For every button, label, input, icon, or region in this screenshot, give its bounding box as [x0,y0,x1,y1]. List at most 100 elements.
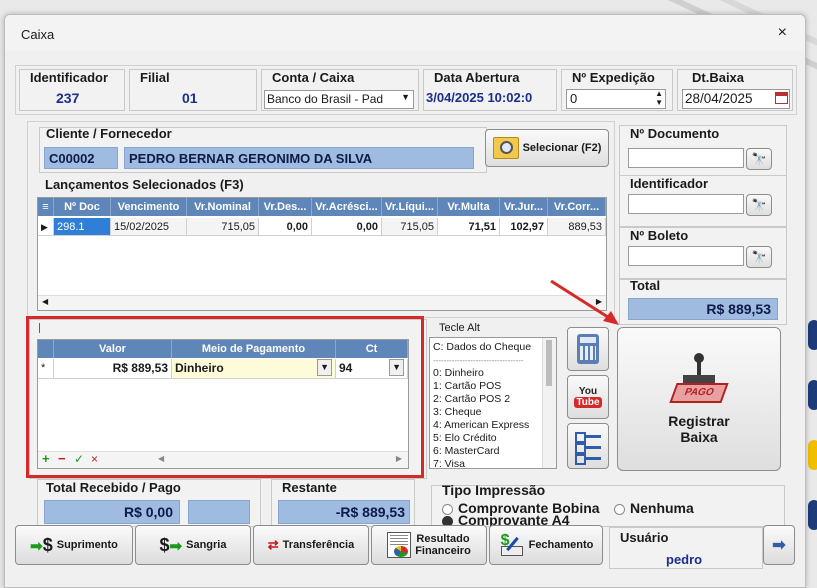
table-cell[interactable]: 71,51 [438,218,500,236]
table-cell[interactable]: 0,00 [259,218,312,236]
red-arrow-annotation [550,279,619,325]
suprimento-label: Suprimento [56,539,118,551]
row-marker: ▶ [38,218,54,236]
list-item[interactable]: 2: Cartão POS 2 [430,393,556,406]
identificador-search-label: Identificador [630,176,709,191]
title-bar: Caixa × [5,15,805,51]
identificador-value: 237 [56,90,80,106]
highlight-box [26,316,424,478]
calculator-icon [577,334,599,364]
sangria-button[interactable]: $➡ Sangria [135,525,251,565]
registrar-baixa-button[interactable]: PAGO Registrar Baixa [617,327,781,471]
money-out-icon: $➡ [159,534,183,555]
restante-group: Restante -R$ 889,53 [271,479,415,527]
cliente-code: C00002 [49,151,95,166]
horizontal-scrollbar[interactable]: ◀ ▶ [38,295,606,310]
suprimento-button[interactable]: ➡$ Suprimento [15,525,133,565]
list-item[interactable]: 6: MasterCard [430,445,556,458]
grid-selector-header: ≡ [38,198,54,216]
restante-value: -R$ 889,53 [335,504,405,520]
col-header[interactable]: Vr.Acrésci... [312,198,382,216]
baixa-label: Baixa [680,429,718,445]
col-header[interactable]: Vr.Líqui... [382,198,438,216]
usuario-value: pedro [666,552,703,567]
identificador-input[interactable] [628,194,744,214]
cliente-label: Cliente / Fornecedor [46,126,172,141]
caixa-window: Caixa × Identificador 237 Filial 01 Cont… [4,14,806,588]
checklist-icon [575,430,601,465]
binoculars-icon[interactable]: 🔭 [746,246,772,268]
table-cell[interactable]: 102,97 [500,218,548,236]
list-item[interactable]: 0: Dinheiro [430,367,556,380]
col-header[interactable]: Vr.Des... [259,198,312,216]
close-icon[interactable]: × [778,24,787,42]
expedicao-spinner[interactable]: 0 ▲ ▼ [566,89,666,109]
table-cell[interactable]: 715,05 [187,218,259,236]
col-header[interactable]: Vr.Nominal [187,198,259,216]
scroll-left-icon[interactable]: ◀ [42,297,48,306]
selecionar-button[interactable]: Selecionar (F2) [485,129,609,167]
chevron-down-icon: ▼ [401,92,410,102]
table-cell[interactable]: 715,05 [382,218,438,236]
usuario-group: Usuário pedro [609,527,763,569]
calculator-button[interactable] [567,327,609,371]
col-header[interactable]: Vencimento [111,198,187,216]
boleto-input[interactable] [628,246,744,266]
youtube-button[interactable]: You Tube [567,375,609,419]
lancamentos-grid[interactable]: ≡ Nº Doc Vencimento Vr.Nominal Vr.Des...… [37,197,607,311]
list-item[interactable]: 4: American Express [430,419,556,432]
conta-caixa-label: Conta / Caixa [272,70,355,85]
data-abertura-value: 3/04/2025 10:02:0 [426,90,533,105]
restante-field: -R$ 889,53 [278,500,410,524]
list-item[interactable]: 5: Elo Crédito [430,432,556,445]
radio-nenhuma[interactable] [614,504,625,515]
dt-baixa-date-field[interactable]: 28/04/2025 [682,89,790,109]
table-cell[interactable]: 15/02/2025 [111,218,187,236]
dt-baixa-box: Dt.Baixa 28/04/2025 [677,69,793,111]
table-cell[interactable]: 298.1 [54,218,111,236]
table-cell[interactable]: 0,00 [312,218,382,236]
table-cell[interactable]: 889,53 [548,218,606,236]
report-chart-icon [387,532,412,558]
total-group: Total R$ 889,53 [619,278,787,325]
cliente-name-field[interactable]: PEDRO BERNAR GERONIMO DA SILVA [124,147,474,169]
money-in-icon: ➡$ [30,534,53,555]
next-button[interactable]: ➡ [763,525,795,565]
transfer-icon: ⇄ [267,537,279,552]
boleto-label: Nº Boleto [630,228,689,243]
list-item[interactable]: C: Dados do Cheque [430,341,556,354]
restante-label: Restante [282,480,337,495]
fechamento-button[interactable]: $ Fechamento [489,525,603,565]
list-item[interactable]: 7: Visa [430,458,556,468]
expedicao-box: Nº Expedição 0 ▲ ▼ [561,69,673,111]
col-header[interactable]: Vr.Multa [438,198,500,216]
radio-comprovante-bobina[interactable] [442,504,453,515]
resultado-financeiro-label: Resultado Financeiro [415,533,471,557]
vertical-scrollbar[interactable] [542,338,556,468]
tipo-impressao-group: Tipo Impressão Comprovante Bobina Nenhum… [431,482,785,528]
calendar-icon[interactable] [775,92,788,104]
binoculars-icon[interactable]: 🔭 [746,194,772,216]
spinner-arrows-icon[interactable]: ▲ ▼ [655,90,663,107]
binoculars-icon[interactable]: 🔭 [746,148,772,170]
filial-box: Filial 01 [129,69,257,111]
transferencia-button[interactable]: ⇄ Transferência [253,525,369,565]
cliente-code-field[interactable]: C00002 [44,147,118,169]
identificador-search-group: Identificador 🔭 [619,175,787,227]
list-item[interactable]: 1: Cartão POS [430,380,556,393]
conta-caixa-select[interactable]: Banco do Brasil - Pad ▼ [264,90,414,109]
cliente-group: Cliente / Fornecedor C00002 PEDRO BERNAR… [39,126,487,173]
total-recebido-extra-field [188,500,250,524]
col-header[interactable]: Nº Doc [54,198,111,216]
col-header[interactable]: Vr.Jur... [500,198,548,216]
checklist-button[interactable] [567,423,609,469]
identificador-label: Identificador [30,70,109,85]
tecle-alt-list[interactable]: C: Dados do Cheque ---------------------… [429,337,557,469]
total-label: Total [630,278,661,293]
col-header[interactable]: Vr.Corr... [548,198,606,216]
total-recebido-field: R$ 0,00 [44,500,180,524]
list-item[interactable]: 3: Cheque [430,406,556,419]
resultado-financeiro-button[interactable]: Resultado Financeiro [371,525,487,565]
documento-input[interactable] [628,148,744,168]
sangria-label: Sangria [186,539,227,551]
